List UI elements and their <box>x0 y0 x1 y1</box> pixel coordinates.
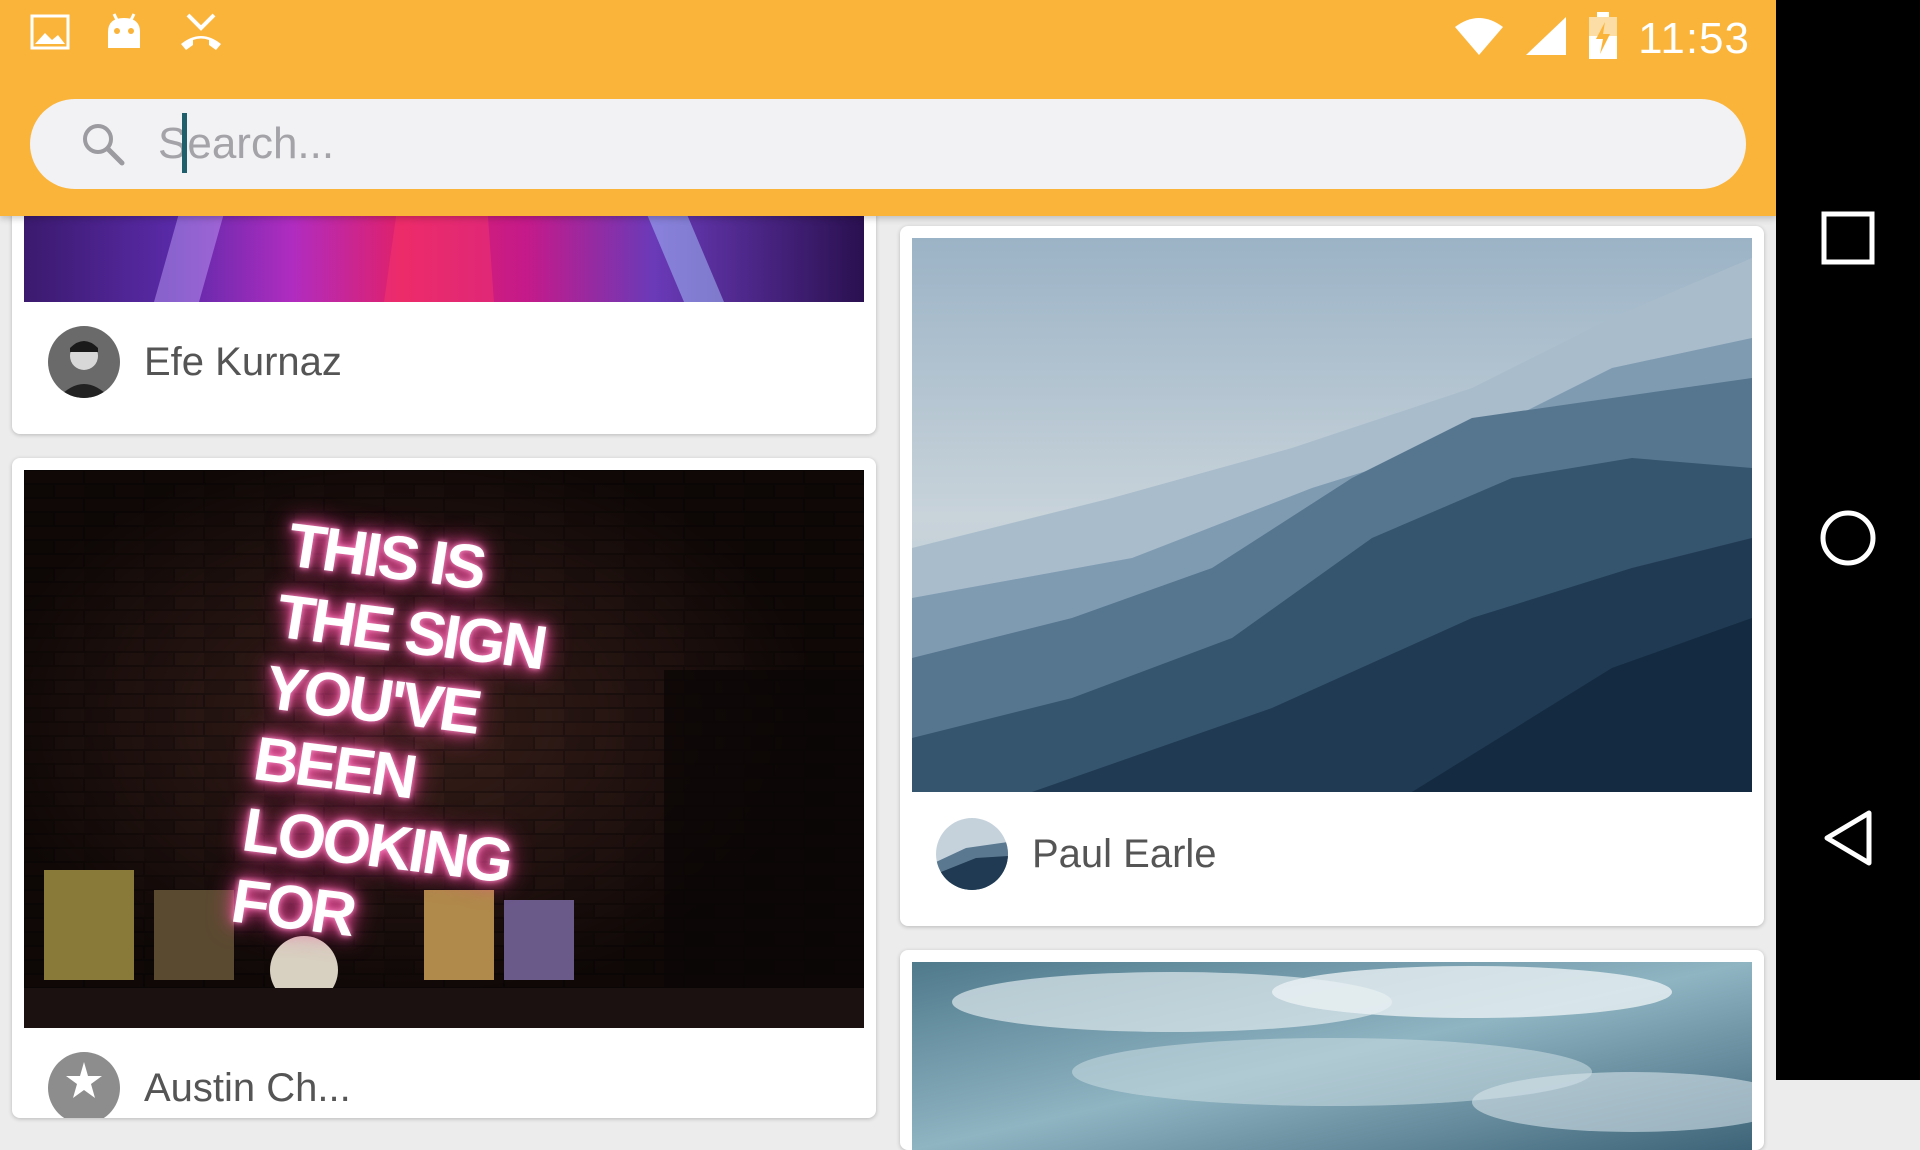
navigation-bar <box>1776 0 1920 1080</box>
author-name[interactable]: Efe Kurnaz <box>144 340 342 385</box>
notification-icons <box>30 12 224 57</box>
missed-call-icon <box>178 12 224 57</box>
avatar[interactable] <box>48 326 120 398</box>
android-debug-icon <box>104 12 144 57</box>
back-icon <box>1822 809 1874 872</box>
author-row[interactable]: Efe Kurnaz <box>48 326 342 398</box>
text-cursor <box>182 113 187 173</box>
author-name[interactable]: Paul Earle <box>1032 832 1217 877</box>
battery-charging-icon <box>1588 12 1618 65</box>
gallery-icon <box>30 14 70 55</box>
recents-icon <box>1821 211 1875 270</box>
photo[interactable] <box>912 238 1752 792</box>
home-icon <box>1819 509 1877 572</box>
photo-card[interactable]: THIS IS THE SIGN YOU'VE BEEN LOOKING FOR… <box>12 458 876 1118</box>
author-name[interactable]: Austin Ch... <box>144 1066 351 1111</box>
home-button[interactable] <box>1810 502 1886 578</box>
author-row[interactable]: Paul Earle <box>936 818 1217 890</box>
avatar[interactable] <box>48 1052 120 1118</box>
photo[interactable] <box>912 962 1752 1150</box>
search-icon <box>80 121 126 167</box>
photo-card[interactable] <box>900 950 1764 1150</box>
recents-button[interactable] <box>1810 202 1886 278</box>
system-status: 11:53 <box>1454 12 1750 65</box>
author-row[interactable]: Austin Ch... <box>48 1052 351 1118</box>
photo-card[interactable]: Paul Earle <box>900 226 1764 926</box>
wifi-icon <box>1454 15 1504 62</box>
photo[interactable]: THIS IS THE SIGN YOU'VE BEEN LOOKING FOR <box>24 470 864 1028</box>
clock: 11:53 <box>1638 13 1750 63</box>
app-bar: 11:53 <box>0 0 1776 216</box>
avatar[interactable] <box>936 818 1008 890</box>
cell-signal-icon <box>1524 15 1568 62</box>
neon-sign-text: THIS IS THE SIGN YOU'VE BEEN LOOKING FOR <box>226 510 550 950</box>
back-button[interactable] <box>1810 802 1886 878</box>
search-input[interactable] <box>156 118 1660 170</box>
search-bar[interactable] <box>30 99 1746 189</box>
